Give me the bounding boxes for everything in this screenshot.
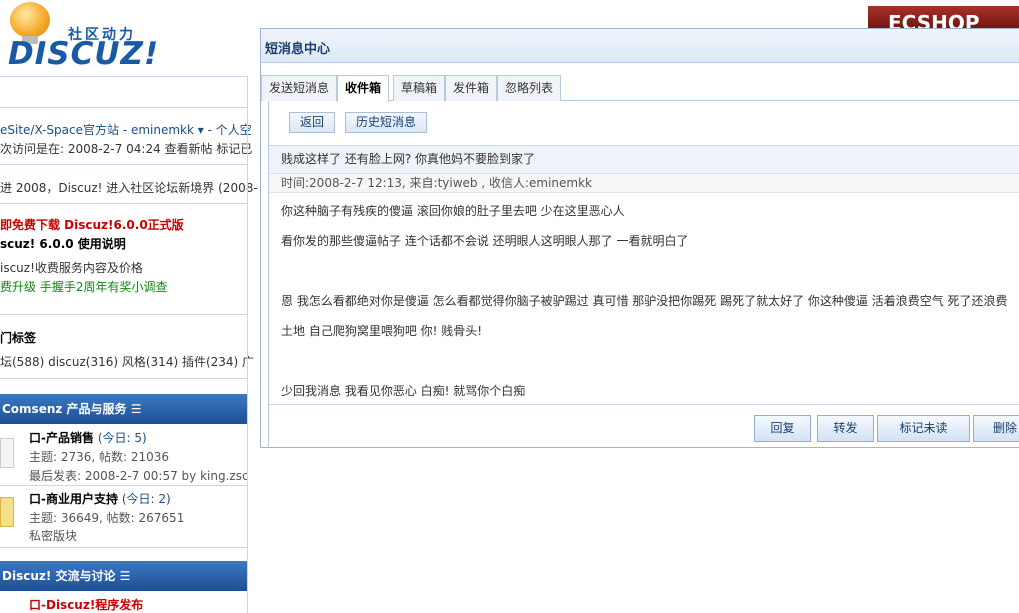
promo-text: scuz! 6.0.0 使用说明 [0, 237, 126, 251]
hot-tags-title: 门标签 [0, 329, 36, 346]
last-visit-line[interactable]: 次访问是在: 2008-2-7 04:24 查看新帖 标记已 [0, 140, 252, 157]
divider [0, 485, 248, 486]
tab-inbox[interactable]: 收件箱 [337, 75, 390, 102]
message-meta: 时间:2008-2-7 12:13, 来自:tyiweb , 收信人:emine… [269, 173, 1019, 193]
hot-tags-label: 门标签 [0, 331, 37, 345]
divider [0, 76, 248, 77]
dialog-title: 短消息中心 [265, 42, 331, 57]
divider [0, 164, 248, 165]
forum-name: 口-商业用户支持 [29, 492, 118, 506]
dialog-titlebar[interactable]: 短消息中心 [261, 29, 1019, 63]
promo-text: 即免费下载 Discuz!6.0.0正式版 [0, 218, 184, 232]
mark-unread-button[interactable]: 标记未读 [877, 415, 970, 442]
tab-ignore-list[interactable]: 忽略列表 [497, 75, 562, 101]
promo-link-download[interactable]: 即免费下载 Discuz!6.0.0正式版 [0, 216, 184, 233]
discuz-logo[interactable]: 社区动力 DISCUZ! [6, 2, 160, 72]
forum-today-count: (今日: 2) [121, 492, 171, 506]
divider [0, 547, 248, 548]
message-body-line: 你这种脑子有残疾的傻逼 滚回你娘的肚子里去吧 少在这里恶心人 [281, 204, 625, 218]
divider [0, 203, 248, 204]
divider [0, 107, 248, 108]
message-subject: 贱成这样了 还有脸上网? 你真他妈不要脸到家了 [269, 145, 1019, 173]
forum-today-count: (今日: 5) [97, 431, 147, 445]
forum-note: 私密版块 [29, 529, 78, 543]
forum-name: 口-Discuz!程序发布 [29, 598, 144, 612]
message-body-line: 少回我消息 我看见你恶心 白痴! 就骂你个白痴 [281, 384, 526, 398]
inbox-panel: 返回 历史短消息 贱成这样了 还有脸上网? 你真他妈不要脸到家了 时间:2008… [268, 101, 1019, 447]
forum-status-icon [0, 497, 14, 527]
lightbulb-icon [10, 2, 50, 38]
announcement-line[interactable]: 进 2008，Discuz! 进入社区论坛新境界 (2008- [0, 179, 258, 196]
reply-button[interactable]: 回复 [754, 415, 811, 442]
section-bar-discuz[interactable]: Discuz! 交流与讨论 ☰ [0, 561, 248, 591]
history-messages-button[interactable]: 历史短消息 [345, 112, 428, 133]
forward-button[interactable]: 转发 [817, 415, 874, 442]
message-body-line: 土地 自己爬狗窝里喂狗吧 你! 贱骨头! [281, 324, 483, 338]
hot-tags-list[interactable]: 坛(588) discuz(316) 风格(314) 插件(234) 广 [0, 353, 254, 370]
column-divider [247, 76, 248, 613]
delete-button[interactable]: 删除 [973, 415, 1019, 442]
divider [0, 378, 248, 379]
forum-title[interactable]: 口-商业用户支持 (今日: 2) [29, 490, 171, 507]
forum-title[interactable]: 口-产品销售 (今日: 5) [29, 429, 147, 446]
message-tabs: 发送短消息 收件箱 草稿箱 发件箱 忽略列表 [261, 75, 1019, 102]
promo-link-upgrade[interactable]: 费升级 手握手2周年有奖小调查 [0, 278, 167, 295]
message-body-line: 看你发的那些傻逼帖子 连个话都不会说 还明眼人这明眼人那了 一看就明白了 [281, 234, 689, 248]
tab-drafts[interactable]: 草稿箱 [393, 75, 446, 101]
tab-outbox[interactable]: 发件箱 [445, 75, 498, 101]
section-bar-comsenz[interactable]: Comsenz 产品与服务 ☰ [0, 394, 248, 424]
ad-banner[interactable]: ECSHOP ECS [868, 6, 1019, 30]
promo-link-manual[interactable]: scuz! 6.0.0 使用说明 [0, 235, 126, 252]
tab-send-message[interactable]: 发送短消息 [261, 75, 338, 101]
divider [269, 404, 1019, 405]
forum-name: 口-产品销售 [29, 431, 94, 445]
forum-stats: 主题: 36649, 帖数: 267651 [29, 511, 185, 525]
logo-brand: DISCUZ! [8, 36, 160, 72]
forum-status-icon [0, 438, 14, 468]
forum-title[interactable]: 口-Discuz!程序发布 [29, 596, 143, 613]
promo-link-pricing[interactable]: iscuz!收费服务内容及价格 [0, 259, 143, 276]
promo-text: 费升级 手握手2周年有奖小调查 [0, 280, 168, 294]
divider [0, 314, 248, 315]
back-button[interactable]: 返回 [289, 112, 336, 133]
message-body-line: 恩 我怎么看都绝对你是傻逼 怎么看都觉得你脑子被驴踢过 真可惜 那驴没把你踢死 … [281, 294, 1008, 308]
message-center-dialog: 短消息中心 发送短消息 收件箱 草稿箱 发件箱 忽略列表 返回 历史短消息 贱成… [260, 28, 1019, 448]
forum-last-post[interactable]: 最后发表: 2008-2-7 00:57 by king.zsc [29, 467, 249, 484]
user-nav-line[interactable]: eSite/X-Space官方站 - eminemkk ▾ - 个人空 [0, 121, 252, 138]
forum-stats: 主题: 2736, 帖数: 21036 [29, 450, 170, 464]
